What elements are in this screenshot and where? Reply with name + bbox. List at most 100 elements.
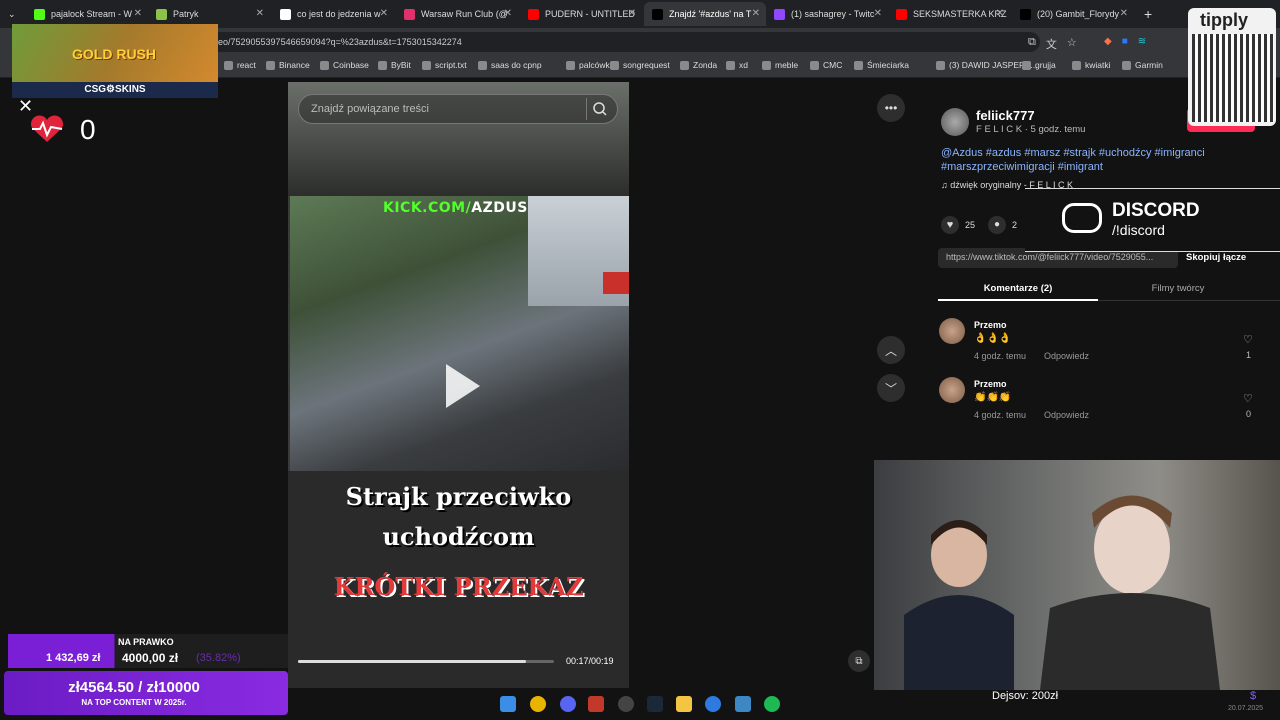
bookmark-item[interactable]: palcówka xyxy=(566,60,614,70)
tab-label: (1) sashagrey - Twitc xyxy=(791,9,875,19)
next-video-button[interactable]: ﹀ xyxy=(877,374,905,402)
close-tab-icon[interactable]: ✕ xyxy=(752,8,760,19)
bookmark-item[interactable]: meble xyxy=(762,60,798,70)
obs-icon[interactable] xyxy=(618,696,634,712)
browser-tab[interactable]: Znajdź '#azdus' na T ✕ xyxy=(644,2,766,26)
goal2-label: NA TOP CONTENT W 2025r. xyxy=(81,698,187,707)
browser-tab[interactable]: PUDERN - UNTITLED ✕ xyxy=(520,2,642,26)
chrome-icon[interactable] xyxy=(530,696,546,712)
bookmark-item[interactable]: saas do cpnp xyxy=(478,60,542,70)
browser-tab[interactable]: co jest do jedzenia w ✕ xyxy=(272,2,394,26)
bookmark-icon xyxy=(566,60,575,70)
close-tab-icon[interactable]: ✕ xyxy=(504,8,512,19)
heart-icon: ♥ xyxy=(941,216,959,234)
comment-action[interactable]: ● 2 xyxy=(988,216,1017,234)
close-tab-icon[interactable]: ✕ xyxy=(380,8,388,19)
comment-text: 👌👌👌 xyxy=(974,333,1012,344)
comment-author[interactable]: Przemo xyxy=(974,379,1007,389)
copy-link-button[interactable]: Skopiuj łącze xyxy=(1186,252,1246,263)
close-tab-icon[interactable]: ✕ xyxy=(628,8,636,19)
csgoskins-label: CSG⚙SKINS xyxy=(12,82,218,98)
bookmark-item[interactable]: react xyxy=(224,60,256,70)
more-options-button[interactable]: ••• xyxy=(877,94,905,122)
bookmark-label: Garmin xyxy=(1135,60,1163,70)
close-tab-icon[interactable]: ✕ xyxy=(134,8,142,19)
folder-icon[interactable] xyxy=(676,696,692,712)
author-avatar[interactable] xyxy=(941,108,969,136)
bookmark-item[interactable]: songrequest xyxy=(610,60,670,70)
bookmark-icon xyxy=(610,60,619,70)
tab-favicon-icon xyxy=(404,8,415,20)
browser-tab[interactable]: (20) Gambit_Florydy ✕ xyxy=(1012,2,1134,26)
previous-video-button[interactable]: ︿ xyxy=(877,336,905,364)
donation-text: Dejsov: 200zł xyxy=(992,690,1059,702)
bookmark-item[interactable]: Zonda xyxy=(680,60,717,70)
start-icon[interactable] xyxy=(500,696,516,712)
comment-text: 👏👏👏 xyxy=(974,392,1012,403)
post-description[interactable]: @Azdus #azdus #marsz #strajk #uchodźcy #… xyxy=(941,146,1231,174)
comment-like-icon[interactable]: ♡ xyxy=(1243,392,1253,405)
browser-tab[interactable]: pajalock Stream - W ✕ xyxy=(26,2,148,26)
bookmark-item[interactable]: Coinbase xyxy=(320,60,369,70)
tab-label: SEKSMASTERKA KRZ xyxy=(913,9,1007,19)
chevron-down-icon: ﹀ xyxy=(884,381,897,396)
close-tab-icon[interactable]: ✕ xyxy=(996,8,1004,19)
extension-icon[interactable]: ≋ xyxy=(1138,36,1146,47)
discord-taskbar-icon[interactable] xyxy=(560,696,576,712)
install-icon[interactable]: ⧉ xyxy=(1028,36,1036,52)
bookmark-item[interactable]: Śmieciarka xyxy=(854,60,909,70)
steam-icon[interactable] xyxy=(647,696,663,712)
related-search-input[interactable]: Znajdź powiązane treści xyxy=(298,94,618,124)
close-tab-icon[interactable]: ✕ xyxy=(256,8,264,19)
bookmark-item[interactable]: grujja xyxy=(1022,60,1056,70)
close-tab-icon[interactable]: ✕ xyxy=(1120,8,1128,19)
comment-avatar[interactable] xyxy=(939,318,965,344)
app-icon[interactable] xyxy=(588,696,604,712)
tab-list-button[interactable]: ⌄ xyxy=(0,2,26,26)
bookmark-item[interactable]: Garmin xyxy=(1122,60,1163,70)
bookmark-icon xyxy=(680,60,689,70)
bookmark-label: xd xyxy=(739,60,748,70)
bookmark-item[interactable]: ByBit xyxy=(378,60,411,70)
bookmark-label: ByBit xyxy=(391,60,411,70)
bookmark-item[interactable]: CMC xyxy=(810,60,842,70)
comment-author[interactable]: Przemo xyxy=(974,320,1007,330)
close-tab-icon[interactable]: ✕ xyxy=(874,8,882,19)
comment-avatar[interactable] xyxy=(939,377,965,403)
bookmark-item[interactable]: kwiatki xyxy=(1072,60,1111,70)
tab-creator-videos[interactable]: Filmy twórcy xyxy=(1098,283,1258,294)
comment-like-icon[interactable]: ♡ xyxy=(1243,333,1253,346)
like-action[interactable]: ♥ 25 xyxy=(941,216,975,234)
bookmark-label: Zonda xyxy=(693,60,718,70)
spotify-icon[interactable] xyxy=(764,696,780,712)
bookmark-item[interactable]: Binance xyxy=(266,60,310,70)
bookmark-star-icon[interactable]: ☆ xyxy=(1067,36,1077,52)
bookmark-label: react xyxy=(237,60,256,70)
bookmark-item[interactable]: script.txt xyxy=(422,60,467,70)
search-button[interactable] xyxy=(586,98,612,120)
comment-like-count: 1 xyxy=(1246,350,1252,360)
browser-tab[interactable]: Patryk ✕ xyxy=(148,2,270,26)
url-input[interactable]: eo/7529055397546659094?q=%23azdus&t=1753… xyxy=(210,32,1040,52)
goldrush-title: GOLD RUSH xyxy=(72,46,156,62)
clock-date: 20.07.2025 xyxy=(1228,705,1264,712)
bookmark-label: Binance xyxy=(279,60,310,70)
browser-tab[interactable]: Warsaw Run Club (@ ✕ xyxy=(396,2,518,26)
tab-comments[interactable]: Komentarze (2) xyxy=(938,283,1098,294)
author-username[interactable]: feliick777 xyxy=(976,108,1035,123)
comment-time: 4 godz. temu xyxy=(974,351,1027,361)
extension-icon[interactable]: ■ xyxy=(1122,36,1128,47)
browser-tab[interactable]: SEKSMASTERKA KRZ ✕ xyxy=(888,2,1010,26)
play-icon[interactable] xyxy=(446,364,480,408)
discord-title: DISCORD xyxy=(1112,200,1200,221)
app-icon[interactable] xyxy=(735,696,751,712)
app-c-icon[interactable] xyxy=(705,696,721,712)
translate-icon[interactable]: 文 xyxy=(1046,36,1057,52)
comment-reply-button[interactable]: Odpowiedz xyxy=(1044,351,1089,361)
miniplayer-button[interactable]: ⧉ xyxy=(848,650,870,672)
comment-reply-button[interactable]: Odpowiedz xyxy=(1044,410,1089,420)
browser-tab[interactable]: (1) sashagrey - Twitc ✕ xyxy=(766,2,888,26)
bookmark-item[interactable]: xd xyxy=(726,60,748,70)
extension-icon[interactable]: ◆ xyxy=(1104,36,1112,47)
new-tab-button[interactable]: + xyxy=(1136,2,1156,26)
